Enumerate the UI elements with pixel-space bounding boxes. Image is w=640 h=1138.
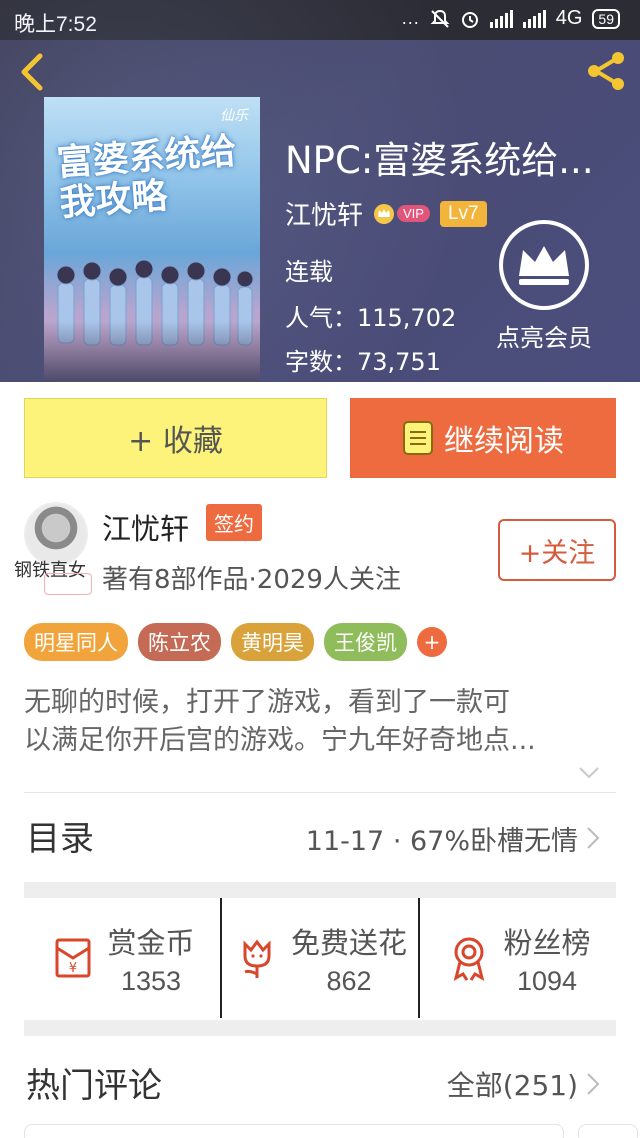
stat-value: 1094: [516, 965, 578, 996]
medal-icon: [454, 937, 485, 982]
tag-chip[interactable]: 陈立农: [138, 623, 221, 661]
signal-icon-2: [522, 9, 546, 28]
status-bar: 晚上7:52 ... 4G 59: [0, 0, 640, 40]
reward-coins-button[interactable]: ¥ 赏金币 1353: [24, 898, 220, 1018]
tag-chip[interactable]: 黄明昊: [231, 623, 314, 661]
collect-button[interactable]: + 收藏: [24, 398, 327, 478]
stat-text: 赏金币 1353: [107, 920, 194, 997]
book-header: 晚上7:52 ... 4G 59 仙乐 富婆系统给我攻略 NPC:富婆系统给..…: [0, 0, 640, 382]
catalog-title: 目录: [26, 819, 94, 859]
stat-label: 赏金币: [107, 925, 195, 960]
stat-text: 粉丝榜 1094: [503, 920, 590, 997]
book-cover[interactable]: 仙乐 富婆系统给我攻略: [44, 97, 260, 381]
catalog-row[interactable]: 目录 11-17 · 67%卧槽无情: [0, 793, 640, 881]
svg-text:¥: ¥: [69, 961, 77, 976]
stat-text: 免费送花 862: [291, 920, 407, 997]
vip-label: VIP: [397, 205, 430, 222]
tag-chip[interactable]: 王俊凯: [324, 623, 407, 661]
cover-title: 富婆系统给我攻略: [55, 129, 238, 225]
mute-bell-icon: [430, 9, 450, 28]
signed-badge: 签约: [206, 504, 262, 541]
author-name-header[interactable]: 江忧轩: [285, 195, 363, 232]
stat-label: 粉丝榜: [503, 925, 591, 960]
add-tag-button[interactable]: +: [417, 627, 447, 657]
avatar-caption-frame: [44, 573, 92, 595]
crown-icon: [374, 203, 395, 224]
comment-card[interactable]: [24, 1124, 564, 1138]
member-label: 点亮会员: [496, 324, 592, 352]
network-type: 4G: [555, 7, 583, 29]
section-separator: [24, 1020, 616, 1036]
author-line: 江忧轩 VIP Lv7: [285, 195, 487, 232]
battery-icon: 59: [592, 8, 620, 29]
author-name[interactable]: 江忧轩: [102, 506, 189, 548]
stat-label: 免费送花: [290, 925, 407, 960]
status-icons: ... 4G 59: [402, 7, 620, 30]
stat-value: 1353: [120, 965, 182, 996]
continue-reading-label: 继续阅读: [444, 424, 564, 459]
vip-badge: VIP: [373, 203, 430, 225]
cover-logo: 仙乐: [220, 108, 248, 124]
book-icon: [403, 421, 433, 455]
light-up-member-button[interactable]: 点亮会员: [484, 220, 604, 360]
red-envelope-icon: ¥: [55, 938, 91, 978]
author-avatar[interactable]: [24, 502, 88, 566]
expand-chevron-icon[interactable]: [578, 766, 600, 780]
status-time: 晚上7:52: [14, 13, 97, 36]
share-button[interactable]: [584, 50, 628, 92]
crown-icon: [519, 246, 569, 285]
flower-icon: [243, 939, 271, 978]
all-comments-link[interactable]: 全部(251): [447, 1064, 578, 1104]
hot-comments-title: 热门评论: [26, 1066, 162, 1106]
back-button[interactable]: [14, 52, 50, 92]
level-badge: Lv7: [439, 200, 487, 227]
chevron-right-icon[interactable]: [586, 1072, 600, 1096]
cover-ground: [44, 321, 260, 381]
share-icon: [588, 52, 624, 90]
section-separator: [24, 882, 616, 898]
book-popularity: 人气：115,702: [285, 304, 457, 332]
alarm-icon: [461, 11, 478, 28]
tag-list: 明星同人 陈立农 黄明昊 王俊凯 +: [24, 623, 447, 661]
follow-button[interactable]: +关注: [498, 519, 616, 581]
comment-card[interactable]: [578, 1124, 638, 1138]
description-line: 以满足你开后宫的游戏。宁九年好奇地点...: [24, 725, 536, 756]
author-stats: 著有8部作品·2029人关注: [102, 565, 401, 595]
status-dots: ...: [401, 8, 420, 28]
book-description[interactable]: 无聊的时候，打开了游戏，看到了一款可 以满足你开后宫的游戏。宁九年好奇地点...: [24, 684, 618, 760]
book-title: NPC:富婆系统给...: [285, 139, 594, 182]
send-flower-button[interactable]: 免费送花 862: [220, 898, 418, 1018]
book-status: 连载: [285, 258, 333, 286]
latest-chapter: 11-17 · 67%卧槽无情: [305, 826, 578, 857]
stats-row: ¥ 赏金币 1353 免费送花 862 粉丝榜 1094: [24, 898, 616, 1018]
tag-chip[interactable]: 明星同人: [24, 623, 128, 661]
chevron-right-icon: [587, 827, 600, 849]
book-word-count: 字数：73,751: [285, 348, 441, 376]
member-circle: [499, 220, 589, 310]
chevron-left-icon: [21, 53, 43, 91]
fan-ranking-button[interactable]: 粉丝榜 1094: [418, 898, 616, 1018]
stat-value: 862: [326, 965, 372, 996]
signal-icon: [489, 9, 513, 28]
description-line: 无聊的时候，打开了游戏，看到了一款可: [24, 687, 510, 718]
continue-reading-button[interactable]: 继续阅读: [350, 398, 616, 478]
